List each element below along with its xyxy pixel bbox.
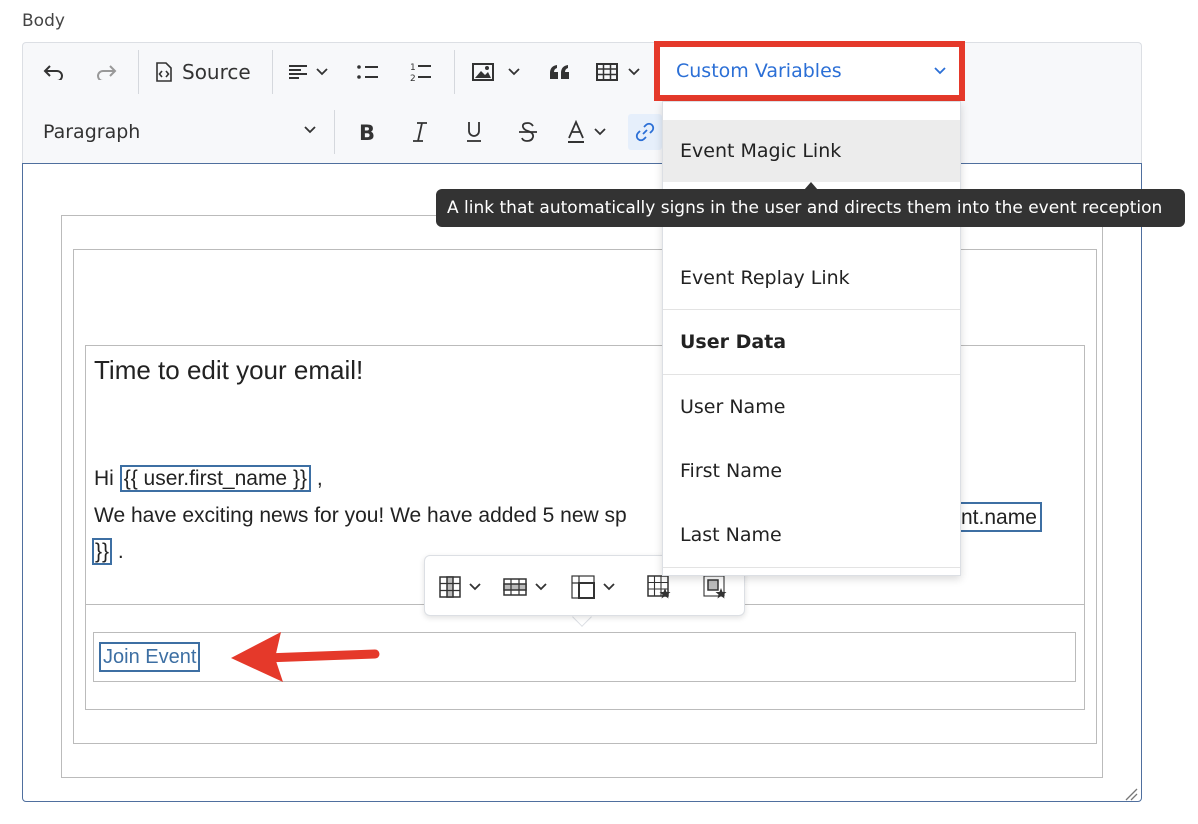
news-line-continuation[interactable]: }} . (92, 538, 124, 565)
bulleted-list-icon (357, 65, 378, 79)
red-arrow-icon (231, 632, 380, 682)
menu-item-label: User Name (680, 396, 786, 418)
news-text: We have exciting news for you! We have a… (94, 504, 627, 527)
body-field-label: Body (22, 11, 65, 31)
magic-link-tooltip: A link that automatically signs in the u… (436, 189, 1185, 227)
custom-variables-dropdown[interactable]: Custom Variables (654, 41, 965, 101)
source-button[interactable]: Source (152, 56, 251, 88)
strikethrough-icon (519, 122, 537, 142)
paragraph-style-dropdown[interactable]: Paragraph (22, 107, 322, 157)
underline-icon (467, 122, 481, 142)
table-column-dropdown[interactable] (439, 571, 481, 603)
menu-item-label: First Name (680, 460, 783, 482)
menu-group-header-user-data: User Data (663, 310, 960, 374)
undo-icon (43, 65, 63, 80)
link-icon (635, 122, 655, 142)
event-name-variable-close[interactable]: }} (92, 538, 113, 565)
bulleted-list-button[interactable] (354, 58, 382, 86)
table-column-icon (439, 576, 461, 598)
strikethrough-button[interactable] (514, 118, 542, 146)
image-icon (472, 63, 494, 81)
block-quote-button[interactable] (546, 58, 574, 86)
menu-item-event-magic-link[interactable]: Event Magic Link (663, 120, 960, 182)
chevron-down-icon (304, 126, 316, 134)
insert-table-dropdown[interactable] (596, 58, 640, 86)
quote-icon (550, 65, 569, 79)
table-row-dropdown[interactable] (503, 571, 547, 603)
align-icon (289, 65, 307, 79)
line-end-punctuation: . (117, 540, 124, 563)
font-color-dropdown[interactable] (566, 118, 606, 146)
underline-button[interactable] (460, 118, 488, 146)
cell-properties-icon (703, 575, 727, 599)
alignment-dropdown[interactable] (288, 58, 328, 86)
greeting-prefix: Hi (94, 467, 114, 490)
paragraph-style-label: Paragraph (43, 121, 141, 143)
bold-icon: B (359, 121, 375, 143)
first-name-variable[interactable]: {{ user.first_name }} (119, 465, 311, 492)
italic-icon (413, 122, 427, 142)
menu-group-label: User Data (680, 331, 787, 353)
svg-text:1: 1 (410, 63, 416, 73)
undo-button[interactable] (38, 58, 70, 86)
redo-button[interactable] (90, 58, 122, 86)
join-event-link[interactable]: Join Event (99, 642, 201, 672)
menu-item-event-replay-link[interactable]: Event Replay Link (663, 247, 960, 309)
italic-button[interactable] (406, 118, 434, 146)
menu-item-first-name[interactable]: First Name (663, 439, 960, 503)
merge-cells-dropdown[interactable] (571, 571, 615, 603)
chevron-down-icon (316, 68, 328, 76)
custom-variables-label: Custom Variables (676, 60, 842, 82)
table-row-icon (503, 578, 527, 596)
chevron-down-icon (603, 583, 615, 591)
chevron-down-icon (934, 67, 946, 75)
svg-text:B: B (359, 121, 375, 143)
link-button[interactable] (628, 114, 662, 150)
chevron-down-icon (469, 583, 481, 591)
menu-item-label: Event Magic Link (680, 140, 842, 162)
source-icon (156, 62, 172, 82)
event-name-variable[interactable]: nt.name (955, 502, 1042, 532)
greeting-suffix: , (316, 467, 323, 490)
table-icon (596, 63, 618, 81)
redo-icon (97, 65, 117, 80)
news-line[interactable]: We have exciting news for you! We have a… (94, 504, 627, 528)
chevron-down-icon (628, 68, 640, 76)
chevron-down-icon (508, 68, 520, 76)
font-color-icon (568, 120, 584, 143)
menu-item-label: Last Name (680, 524, 782, 546)
insert-image-dropdown[interactable] (472, 58, 520, 86)
svg-text:2: 2 (410, 74, 416, 83)
menu-item-label: Event Replay Link (680, 267, 850, 289)
email-heading[interactable]: Time to edit your email! (94, 355, 363, 386)
greeting-line[interactable]: Hi {{ user.first_name }} , (94, 465, 323, 492)
source-label: Source (182, 60, 251, 84)
custom-variables-menu: Event Magic Link Event Replay Link User … (662, 101, 961, 576)
chevron-down-icon (594, 128, 606, 136)
resize-handle-icon[interactable] (1122, 785, 1138, 801)
numbered-list-button[interactable]: 12 (406, 56, 436, 88)
numbered-list-icon: 12 (410, 63, 431, 83)
bold-button[interactable]: B (352, 118, 380, 146)
table-properties-icon (647, 575, 671, 599)
menu-item-user-name[interactable]: User Name (663, 375, 960, 439)
chevron-down-icon (535, 583, 547, 591)
menu-item-last-name[interactable]: Last Name (663, 503, 960, 567)
merge-cells-icon (571, 575, 595, 599)
